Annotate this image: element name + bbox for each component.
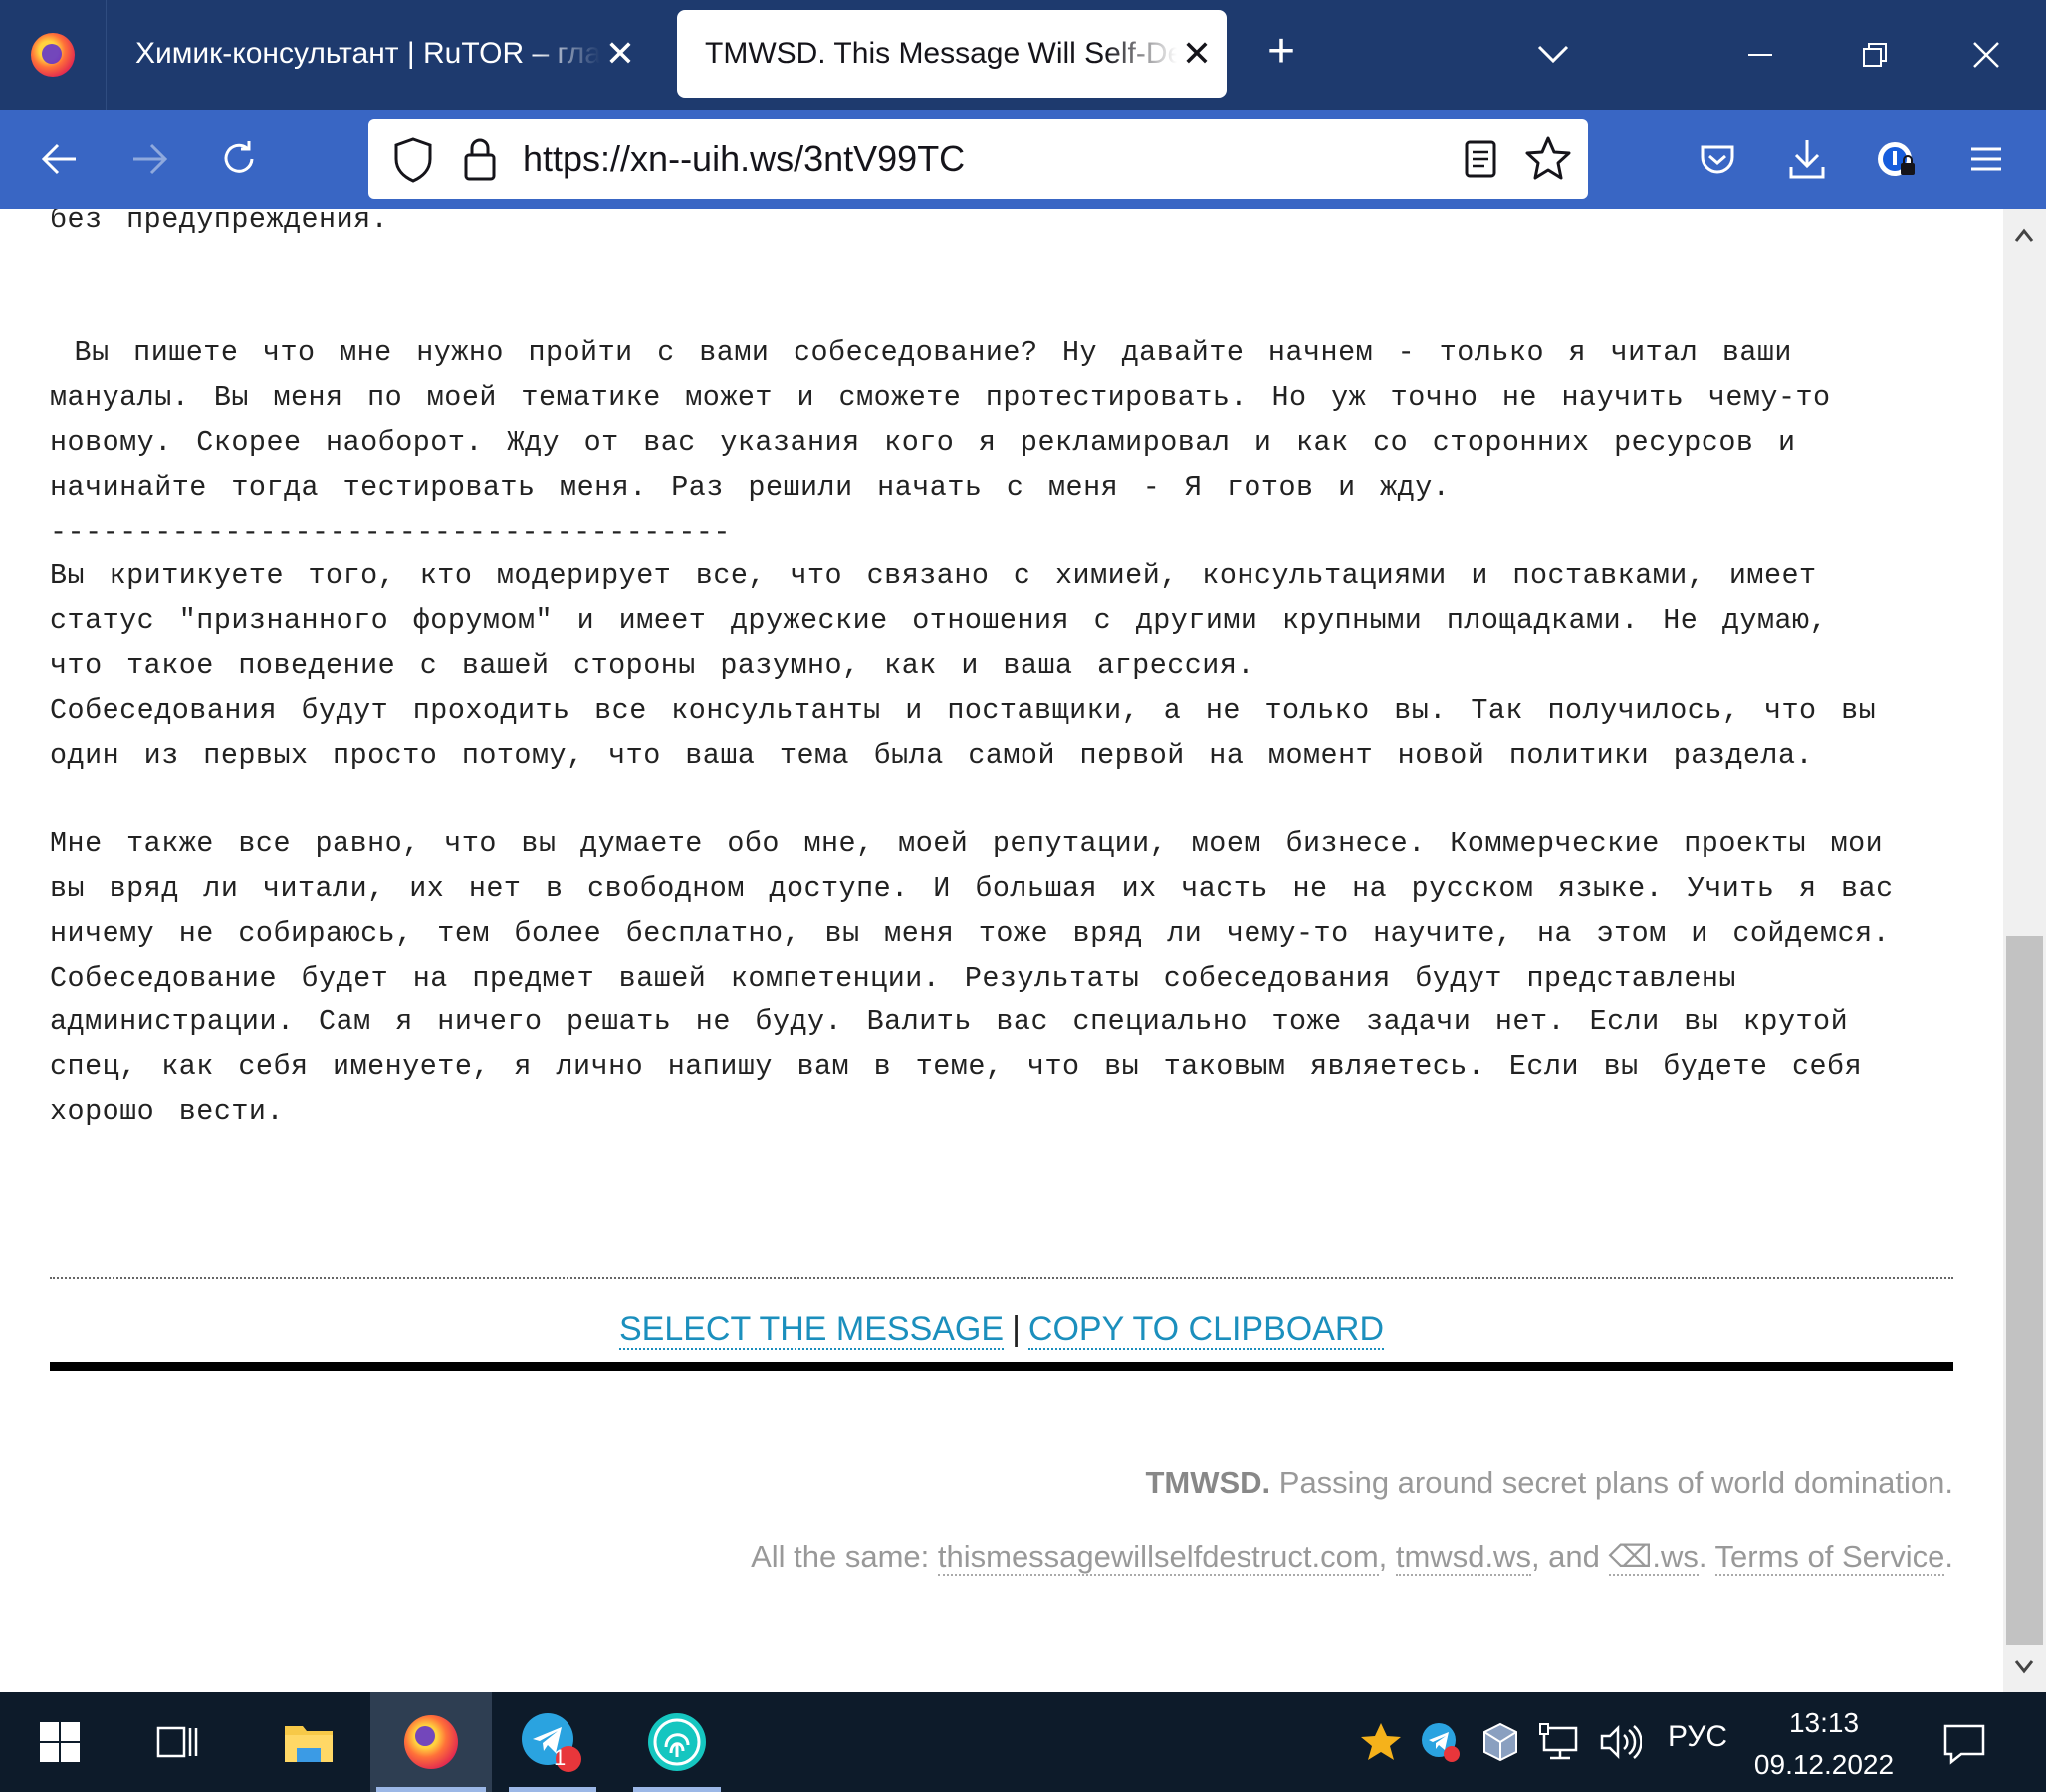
address-bar[interactable]: https://xn--uih.ws/3ntV99TC	[368, 119, 1588, 199]
minimize-icon	[1748, 54, 1772, 56]
arrow-right-icon	[133, 143, 168, 175]
terms-of-service-link[interactable]: Terms of Service	[1714, 1539, 1945, 1576]
footer-tagline: TMWSD. Passing around secret plans of wo…	[1145, 1465, 1953, 1501]
fingerprint-icon	[648, 1713, 706, 1771]
network-icon[interactable]	[1538, 1720, 1582, 1764]
hamburger-menu-icon	[1971, 147, 2001, 171]
mirror-link-1[interactable]: thismessagewillselfdestruct.com	[937, 1539, 1379, 1576]
vertical-scrollbar[interactable]	[2003, 209, 2046, 1692]
language-indicator[interactable]: РУС	[1668, 1720, 1727, 1754]
window-close-button[interactable]	[1932, 0, 2041, 110]
system-clock[interactable]: 13:13 09.12.2022	[1744, 1702, 1904, 1786]
mirror-link-3[interactable]: ⌫.ws	[1608, 1539, 1699, 1576]
taskbar-firefox[interactable]	[370, 1692, 492, 1792]
mirrors-period: .	[1698, 1539, 1715, 1574]
app-menu-button[interactable]	[1956, 129, 2016, 189]
tagline-text: Passing around secret plans of world dom…	[1270, 1465, 1953, 1500]
reload-icon	[224, 141, 254, 173]
task-view-icon	[156, 1726, 198, 1758]
tracking-protection-icon[interactable]	[388, 133, 438, 185]
firefox-logo-icon	[404, 1715, 458, 1769]
favorites-tray-icon[interactable]	[1359, 1720, 1403, 1764]
mirror-link-2[interactable]: tmwsd.ws	[1395, 1539, 1531, 1576]
reader-view-icon[interactable]	[1459, 137, 1502, 181]
close-icon[interactable]: ✕	[1177, 33, 1217, 75]
scroll-down-icon[interactable]	[2003, 1647, 2046, 1686]
notification-center-icon[interactable]	[1939, 1718, 1989, 1768]
volume-icon[interactable]	[1598, 1720, 1643, 1764]
clock-time: 13:13	[1788, 1707, 1860, 1738]
folder-icon	[285, 1726, 333, 1762]
scroll-up-icon[interactable]	[2003, 215, 2046, 255]
tab-tmwsd[interactable]: TMWSD. This Message Will Self-Destruct ✕	[677, 10, 1227, 98]
firefox-view-button[interactable]	[0, 0, 107, 110]
task-view-button[interactable]	[137, 1692, 217, 1792]
footer-mirrors: All the same: thismessagewillselfdestruc…	[751, 1539, 1953, 1576]
url-text[interactable]: https://xn--uih.ws/3ntV99TC	[523, 135, 965, 183]
running-indicator	[509, 1787, 596, 1792]
select-message-link[interactable]: SELECT THE MESSAGE	[618, 1310, 1005, 1350]
restore-button[interactable]	[1820, 0, 1930, 110]
tab-rutor[interactable]: Химик-консультант | RuTOR – главн ✕	[108, 10, 650, 98]
firefox-logo-icon	[31, 33, 75, 77]
copy-to-clipboard-link[interactable]: COPY TO CLIPBOARD	[1027, 1310, 1385, 1350]
close-icon[interactable]: ✕	[600, 33, 640, 75]
tab-title: Химик-консультант | RuTOR – главн	[135, 37, 600, 70]
telegram-tray-icon[interactable]	[1419, 1720, 1463, 1764]
title-bar: Химик-консультант | RuTOR – главн ✕ TMWS…	[0, 0, 2046, 110]
password-manager-icon	[1878, 142, 1915, 176]
running-indicator	[633, 1787, 721, 1792]
file-explorer-button[interactable]	[264, 1692, 353, 1792]
close-icon	[1973, 42, 1999, 68]
tab-title: TMWSD. This Message Will Self-Destruct	[705, 37, 1177, 70]
bookmark-star-icon[interactable]	[1523, 133, 1573, 183]
message-body: без предупреждения. Вы пишете что мне ну…	[50, 209, 1894, 1128]
scrollbar-thumb[interactable]	[2006, 936, 2043, 1645]
windows-taskbar: 1 РУС 13:13 09.12.2022	[0, 1692, 2046, 1792]
black-divider	[50, 1362, 1953, 1371]
telegram-badge: 1	[554, 1745, 567, 1770]
extension-button[interactable]	[1867, 129, 1927, 189]
mirrors-prefix: All the same:	[751, 1539, 938, 1574]
taskbar-fingerprint-app[interactable]	[627, 1692, 727, 1792]
message-actions: SELECT THE MESSAGE | COPY TO CLIPBOARD	[0, 1299, 2003, 1359]
telegram-icon	[522, 1713, 581, 1772]
downloads-button[interactable]	[1777, 129, 1837, 189]
download-icon	[1789, 140, 1825, 179]
start-button[interactable]	[20, 1692, 100, 1792]
forward-button[interactable]	[112, 121, 187, 197]
mirrors-and: , and	[1530, 1539, 1609, 1574]
navigation-toolbar: https://xn--uih.ws/3ntV99TC	[0, 110, 2046, 209]
dotted-divider	[50, 1277, 1953, 1279]
arrow-left-icon	[41, 143, 76, 175]
minimize-button[interactable]	[1705, 0, 1815, 110]
lock-icon[interactable]	[460, 133, 500, 185]
list-all-tabs-button[interactable]	[1528, 25, 1578, 85]
active-indicator	[376, 1787, 486, 1792]
taskbar-telegram[interactable]: 1	[503, 1692, 602, 1792]
back-button[interactable]	[22, 121, 98, 197]
windows-logo-icon	[40, 1722, 80, 1762]
new-tab-button[interactable]: +	[1256, 22, 1306, 82]
chevron-down-icon	[1537, 45, 1569, 64]
virtualbox-tray-icon[interactable]	[1478, 1720, 1522, 1764]
final-period: .	[1944, 1539, 1953, 1574]
reload-button[interactable]	[201, 121, 277, 197]
page-content: без предупреждения. Вы пишете что мне ну…	[0, 209, 2003, 1692]
pocket-button[interactable]	[1688, 129, 1747, 189]
restore-icon	[1863, 43, 1887, 67]
separator: |	[1012, 1310, 1021, 1348]
pocket-icon	[1701, 145, 1734, 174]
mirrors-comma: ,	[1378, 1539, 1396, 1574]
clock-date: 09.12.2022	[1753, 1749, 1895, 1780]
brand-name: TMWSD.	[1145, 1465, 1271, 1500]
